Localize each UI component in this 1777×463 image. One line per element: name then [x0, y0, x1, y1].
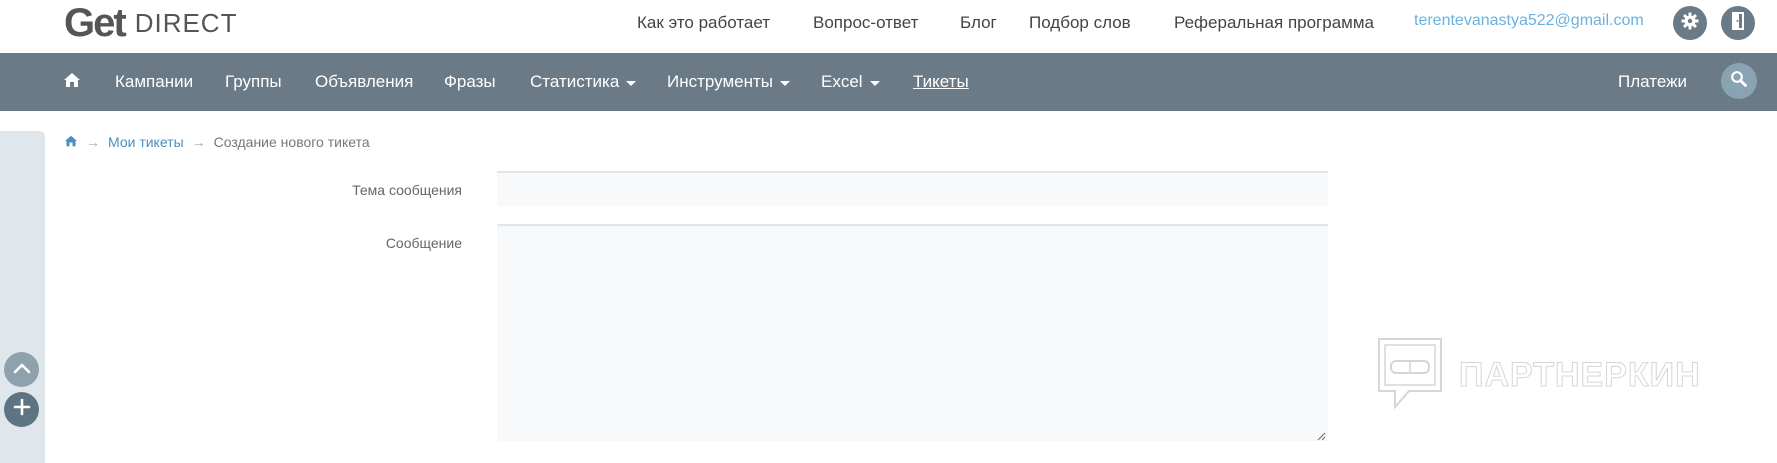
main-navbar: Кампании Группы Объявления Фразы Статист…: [0, 53, 1777, 111]
nav-campaigns[interactable]: Кампании: [115, 53, 193, 111]
add-button[interactable]: [4, 392, 39, 427]
nav-ads-label: Объявления: [315, 72, 414, 91]
nav-phrases[interactable]: Фразы: [444, 53, 496, 111]
nav-excel-label: Excel: [821, 72, 863, 91]
top-link-blog[interactable]: Блог: [960, 13, 997, 33]
message-label: Сообщение: [385, 235, 462, 251]
nav-tickets-label: Тикеты: [913, 72, 969, 91]
breadcrumb: → Мои тикеты → Создание нового тикета: [64, 133, 370, 151]
home-icon: [64, 134, 78, 150]
logo-get: Get: [64, 0, 127, 45]
nav-payments[interactable]: Платежи: [1618, 53, 1687, 111]
nav-excel-dropdown[interactable]: Excel: [821, 53, 880, 111]
nav-payments-label: Платежи: [1618, 72, 1687, 91]
left-rail: [0, 131, 45, 463]
user-email-link[interactable]: terentevanastya522@gmail.com: [1414, 12, 1644, 30]
logout-button[interactable]: [1721, 6, 1755, 40]
nav-groups[interactable]: Группы: [225, 53, 282, 111]
caret-down-icon: [780, 80, 791, 86]
search-icon: [1730, 70, 1748, 93]
nav-tools-dropdown[interactable]: Инструменты: [667, 53, 791, 111]
door-exit-icon: [1729, 11, 1747, 36]
nav-home[interactable]: [63, 53, 81, 111]
nav-statistics-label: Статистика: [530, 72, 620, 91]
top-link-how-it-works[interactable]: Как это работает: [637, 13, 770, 33]
speech-bubble-mask-icon: [1375, 335, 1445, 416]
settings-button[interactable]: [1673, 6, 1707, 40]
chevron-up-icon: [13, 361, 31, 379]
nav-search-button[interactable]: [1721, 63, 1757, 99]
caret-down-icon: [626, 80, 637, 86]
top-link-faq[interactable]: Вопрос-ответ: [813, 13, 918, 33]
message-textarea[interactable]: [497, 224, 1328, 441]
top-link-referral[interactable]: Реферальная программа: [1174, 13, 1374, 33]
nav-phrases-label: Фразы: [444, 72, 496, 91]
breadcrumb-home[interactable]: [64, 134, 78, 150]
top-header: Get DIRECT Как это работает Вопрос-ответ…: [0, 0, 1777, 53]
watermark-text: ПАРТНЕРКИН: [1459, 356, 1701, 395]
scroll-up-button[interactable]: [4, 352, 39, 387]
gear-icon: [1680, 11, 1700, 36]
top-link-word-selection[interactable]: Подбор слов: [1029, 13, 1131, 33]
home-icon: [63, 72, 81, 93]
nav-statistics-dropdown[interactable]: Статистика: [530, 53, 637, 111]
logo[interactable]: Get DIRECT: [64, 0, 238, 45]
nav-campaigns-label: Кампании: [115, 72, 194, 91]
nav-tickets[interactable]: Тикеты: [913, 53, 969, 111]
caret-down-icon: [869, 80, 880, 86]
breadcrumb-current: Создание нового тикета: [213, 134, 370, 150]
breadcrumb-my-tickets[interactable]: Мои тикеты: [108, 134, 184, 150]
plus-icon: [13, 398, 31, 421]
nav-groups-label: Группы: [225, 72, 282, 91]
nav-tools-label: Инструменты: [667, 72, 774, 91]
subject-input[interactable]: [497, 171, 1328, 206]
breadcrumb-separator: →: [191, 134, 206, 150]
nav-ads[interactable]: Объявления: [315, 53, 413, 111]
logo-direct: DIRECT: [134, 7, 238, 38]
watermark: ПАРТНЕРКИН: [1375, 335, 1701, 416]
resize-grip-icon[interactable]: [1316, 428, 1326, 441]
subject-label: Тема сообщения: [352, 182, 462, 198]
breadcrumb-separator: →: [86, 134, 100, 150]
